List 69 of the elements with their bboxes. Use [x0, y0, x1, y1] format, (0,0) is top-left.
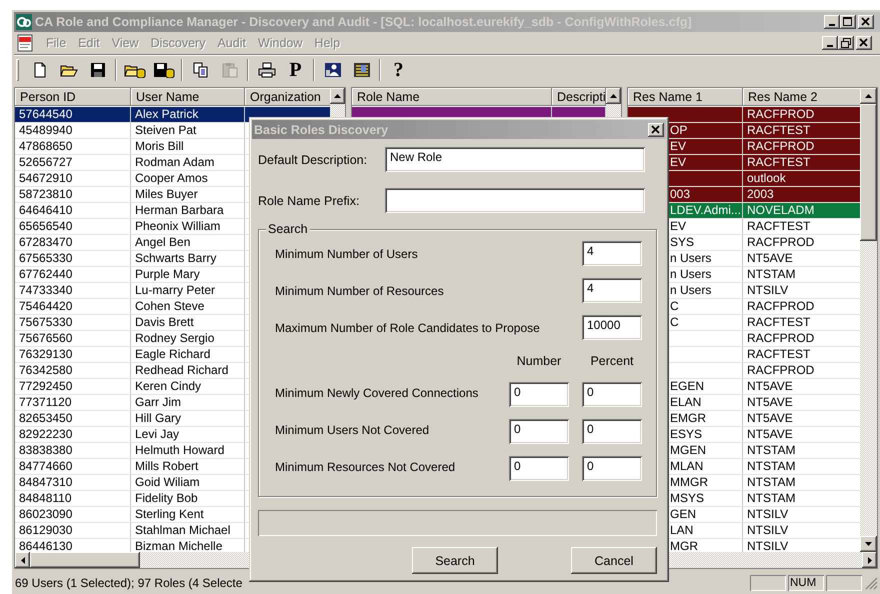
printer-icon [258, 62, 276, 78]
down-arrow-icon [865, 542, 872, 546]
input-field[interactable]: 4 [582, 278, 642, 303]
input-field[interactable] [385, 188, 645, 213]
status-panel [750, 575, 786, 591]
scroll-thumb[interactable] [860, 104, 877, 241]
input-field[interactable]: 4 [582, 241, 642, 266]
minimize-button[interactable] [822, 36, 838, 50]
person-icon [324, 62, 342, 78]
maximize-button[interactable] [840, 15, 856, 29]
minimize-icon [827, 45, 833, 47]
column-header[interactable]: Person ID [15, 88, 131, 106]
grid-icon [352, 62, 370, 78]
clipboard-icon [222, 62, 238, 78]
size-grip-icon[interactable] [864, 576, 878, 590]
right-arrow-icon [868, 556, 872, 564]
scroll-right-button[interactable] [862, 552, 877, 568]
close-icon [859, 38, 869, 48]
close-button[interactable] [856, 36, 872, 50]
app-icon [16, 14, 32, 30]
column-header[interactable]: Organization [245, 88, 330, 106]
scroll-left-button[interactable] [15, 552, 30, 568]
input-field[interactable]: 0 [509, 419, 569, 444]
status-panel [826, 575, 862, 591]
up-arrow-icon [610, 94, 617, 98]
close-icon [861, 17, 871, 27]
close-button[interactable] [648, 122, 664, 136]
input-field[interactable]: 0 [509, 456, 569, 481]
close-button[interactable] [858, 15, 874, 29]
search-button[interactable]: Search [412, 547, 498, 574]
column-header[interactable]: Res Name 2 [743, 88, 860, 106]
maximize-icon [843, 17, 853, 27]
copy-icon [192, 62, 208, 78]
scroll-up-button[interactable] [606, 88, 621, 104]
scroll-thumb[interactable] [30, 552, 140, 568]
vertical-scrollbar[interactable] [860, 88, 877, 552]
column-header: Number [516, 354, 562, 368]
close-icon [651, 124, 661, 134]
scroll-down-button[interactable] [860, 536, 877, 552]
status-indicator: NUM [788, 575, 824, 591]
column-header[interactable]: Res Name 1 [628, 88, 743, 106]
input-field[interactable]: 0 [509, 382, 569, 407]
column-header[interactable]: Descripti [552, 88, 606, 106]
toolbar-button[interactable]: P [281, 58, 310, 82]
floppy-database-icon [152, 62, 174, 78]
restore-icon [841, 38, 851, 48]
input-field[interactable]: 10000 [582, 315, 642, 340]
group-title: Search [266, 222, 310, 236]
scroll-up-button[interactable] [330, 88, 345, 104]
up-arrow-icon [865, 94, 872, 98]
restore-button[interactable] [838, 36, 854, 50]
column-header[interactable]: Role Name [352, 88, 552, 106]
status-text: 69 Users (1 Selected); 97 Roles (4 Selecte [14, 576, 244, 590]
input-field[interactable]: 0 [582, 419, 642, 444]
cancel-button[interactable]: Cancel [571, 547, 657, 574]
table-row[interactable]: 57644540 Alex Patrick [15, 107, 330, 123]
input-field[interactable]: New Role [385, 147, 645, 172]
input-field[interactable]: 0 [582, 456, 642, 481]
column-header[interactable]: User Name [131, 88, 245, 106]
new-document-icon [32, 62, 48, 78]
input-field[interactable]: 0 [582, 382, 642, 407]
toolbar-button[interactable]: ? [384, 58, 413, 82]
left-arrow-icon [20, 556, 24, 564]
table-row[interactable]: RACFPROD [628, 107, 860, 123]
minimize-button[interactable] [824, 15, 840, 29]
minimize-icon [829, 24, 835, 26]
scroll-up-button[interactable] [860, 88, 877, 104]
up-arrow-icon [334, 94, 341, 98]
document-icon[interactable] [16, 34, 34, 52]
